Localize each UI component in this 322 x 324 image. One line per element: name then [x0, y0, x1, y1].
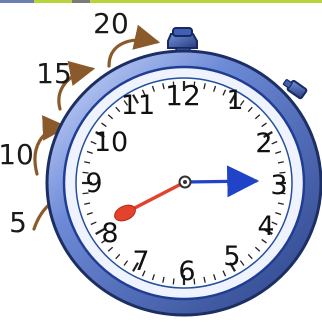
- dial-number-10: 10: [94, 127, 128, 158]
- center-pin-dot: [183, 180, 187, 184]
- annotation-10: 10: [0, 138, 34, 171]
- dial-number-7: 7: [132, 246, 149, 277]
- top-accent-left: [0, 0, 34, 3]
- top-button-cap: [172, 27, 193, 37]
- dial-tick: [172, 278, 175, 285]
- dial-number-6: 6: [178, 256, 195, 287]
- dial-number-9: 9: [85, 168, 102, 199]
- top-accent-mid: [72, 0, 90, 3]
- dial-number-2: 2: [255, 128, 272, 159]
- blue-hand: [184, 165, 260, 198]
- dial-number-12: 12: [165, 79, 201, 112]
- dial-number-3: 3: [270, 170, 287, 201]
- annotation-20: 20: [93, 7, 129, 40]
- dial-number-1: 1: [226, 85, 243, 116]
- stopwatch-artwork: 5 10 15 20 12 1 2 3 4 5 6 7 8 9 10 11: [0, 0, 322, 317]
- dial-number-5: 5: [223, 241, 240, 272]
- dial-number-11: 11: [121, 90, 155, 121]
- stopwatch-illustration: 5 10 15 20 12 1 2 3 4 5 6 7 8 9 10 11: [0, 0, 322, 324]
- dial-number-4: 4: [257, 211, 274, 242]
- annotation-15: 15: [36, 57, 72, 90]
- annotation-5: 5: [9, 206, 27, 239]
- top-accent-bar: [0, 0, 322, 3]
- dial-number-8: 8: [101, 218, 118, 249]
